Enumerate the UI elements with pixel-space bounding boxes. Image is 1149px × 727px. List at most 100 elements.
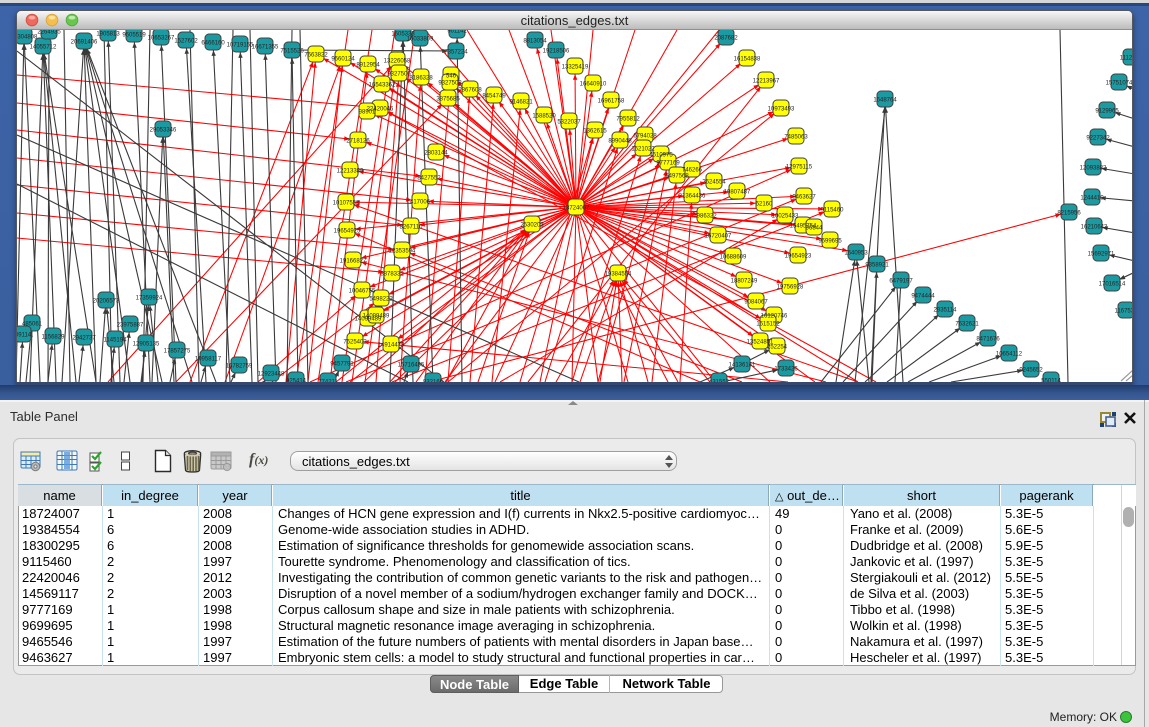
svg-text:7955812: 7955812 <box>616 116 640 122</box>
svg-text:10688609: 10688609 <box>720 254 747 260</box>
svg-text:10107552: 10107552 <box>333 200 360 206</box>
svg-text:1362615: 1362615 <box>583 128 607 134</box>
svg-text:10654112: 10654112 <box>996 351 1023 357</box>
svg-text:10807487: 10807487 <box>724 189 751 195</box>
svg-text:16154838: 16154838 <box>734 56 761 62</box>
svg-text:16640910: 16640910 <box>580 81 607 87</box>
svg-text:16120746: 16120746 <box>761 313 788 319</box>
svg-text:20691406: 20691406 <box>71 39 98 45</box>
svg-text:1112043: 1112043 <box>1120 55 1132 61</box>
svg-text:15720407: 15720407 <box>705 233 732 239</box>
svg-text:1588520: 1588520 <box>532 113 556 119</box>
svg-text:1244419: 1244419 <box>1080 195 1104 201</box>
svg-text:16782759: 16782759 <box>226 363 253 369</box>
svg-text:13325419: 13325419 <box>562 64 589 70</box>
svg-text:8427552: 8427552 <box>417 175 441 181</box>
svg-text:23975887: 23975887 <box>117 322 144 328</box>
svg-text:1156829: 1156829 <box>42 334 66 340</box>
svg-text:6466160: 6466160 <box>201 40 225 46</box>
svg-text:98901: 98901 <box>359 109 376 115</box>
svg-text:2264935: 2264935 <box>37 30 61 35</box>
svg-text:1733426: 1733426 <box>774 366 798 372</box>
svg-text:16543362: 16543362 <box>369 82 396 88</box>
svg-text:10653267: 10653267 <box>148 35 175 41</box>
svg-text:29053346: 29053346 <box>150 127 177 133</box>
svg-text:1648764: 1648764 <box>873 97 897 103</box>
svg-text:16033809: 16033809 <box>407 36 434 42</box>
svg-text:10025433: 10025433 <box>772 213 799 219</box>
svg-text:1905813: 1905813 <box>96 31 120 37</box>
svg-text:9660124: 9660124 <box>331 56 355 62</box>
svg-text:5322037: 5322037 <box>557 119 581 125</box>
svg-text:10973493: 10973493 <box>768 106 795 112</box>
svg-text:12905135: 12905135 <box>133 341 160 347</box>
svg-text:96844: 96844 <box>806 225 823 231</box>
svg-text:8454749: 8454749 <box>482 93 506 99</box>
svg-text:2942737: 2942737 <box>72 335 96 341</box>
svg-text:16961758: 16961758 <box>598 98 625 104</box>
svg-text:62160: 62160 <box>756 201 773 207</box>
svg-text:3624554: 3624554 <box>702 179 726 185</box>
svg-text:19166827: 19166827 <box>340 258 367 264</box>
svg-text:8878332: 8878332 <box>380 271 404 277</box>
svg-text:14055712: 14055712 <box>30 44 57 50</box>
svg-text:961142: 961142 <box>447 30 467 34</box>
svg-text:9245652: 9245652 <box>1019 367 1043 373</box>
svg-text:6794028: 6794028 <box>633 133 657 139</box>
svg-text:2087682: 2087682 <box>714 35 738 41</box>
svg-text:16304808: 16304808 <box>17 34 38 40</box>
svg-text:1640953: 1640953 <box>844 250 868 256</box>
svg-text:7515526: 7515526 <box>280 48 304 54</box>
svg-text:8990448: 8990448 <box>608 138 632 144</box>
svg-text:17857275: 17857275 <box>164 348 191 354</box>
svg-text:14099489: 14099489 <box>363 313 390 319</box>
svg-text:9146821: 9146821 <box>509 99 533 105</box>
svg-text:39114: 39114 <box>17 332 32 338</box>
svg-text:12213389: 12213389 <box>337 168 364 174</box>
svg-text:9777169: 9777169 <box>656 160 680 166</box>
svg-text:546: 546 <box>446 73 457 79</box>
svg-text:14914479: 14914479 <box>378 342 405 348</box>
svg-text:7625402: 7625402 <box>343 339 367 345</box>
svg-text:9129965: 9129965 <box>1095 108 1119 114</box>
svg-text:19654923: 19654923 <box>785 253 812 259</box>
svg-text:8471676: 8471676 <box>976 336 1000 342</box>
svg-text:18724007: 18724007 <box>563 205 590 211</box>
svg-text:14136141: 14136141 <box>729 362 756 368</box>
svg-text:2718126: 2718126 <box>346 138 370 144</box>
svg-text:417006: 417006 <box>410 199 431 205</box>
svg-text:252254: 252254 <box>767 344 788 350</box>
svg-text:8186328: 8186328 <box>409 75 433 81</box>
svg-text:5498222: 5498222 <box>369 296 393 302</box>
svg-text:1527602: 1527602 <box>174 38 198 44</box>
svg-text:12353594: 12353594 <box>389 248 416 254</box>
svg-text:9327508: 9327508 <box>438 80 462 86</box>
svg-text:4510975: 4510975 <box>649 152 673 158</box>
svg-text:19218506: 19218506 <box>543 48 570 54</box>
svg-text:17359924: 17359924 <box>136 295 163 301</box>
svg-text:9474444: 9474444 <box>911 293 935 299</box>
svg-text:2867608: 2867608 <box>458 87 482 93</box>
svg-text:10046755: 10046755 <box>349 288 376 294</box>
svg-text:485061: 485061 <box>22 321 43 327</box>
svg-text:9358921: 9358921 <box>865 262 889 268</box>
svg-text:7663822: 7663822 <box>304 52 328 58</box>
svg-text:8215956: 8215956 <box>1057 210 1081 216</box>
svg-text:8912954: 8912954 <box>356 62 380 68</box>
svg-text:19384554: 19384554 <box>605 271 632 277</box>
svg-text:1615152: 1615152 <box>756 321 780 327</box>
svg-text:2803144: 2803144 <box>424 150 448 156</box>
svg-text:13226058: 13226058 <box>384 58 411 64</box>
svg-text:10958117: 10958117 <box>195 356 222 362</box>
svg-text:7986322: 7986322 <box>693 213 717 219</box>
svg-text:21364436: 21364436 <box>679 193 706 199</box>
svg-text:9084067: 9084067 <box>744 299 768 305</box>
svg-text:10719155: 10719155 <box>227 42 254 48</box>
svg-text:19654925: 19654925 <box>334 228 361 234</box>
svg-text:9463627: 9463627 <box>792 194 816 200</box>
svg-text:3875685: 3875685 <box>436 96 460 102</box>
svg-text:7485063: 7485063 <box>784 134 808 140</box>
svg-text:9457791: 9457791 <box>330 361 354 367</box>
svg-text:1145194: 1145194 <box>104 337 128 343</box>
svg-text:19756928: 19756928 <box>777 284 804 290</box>
